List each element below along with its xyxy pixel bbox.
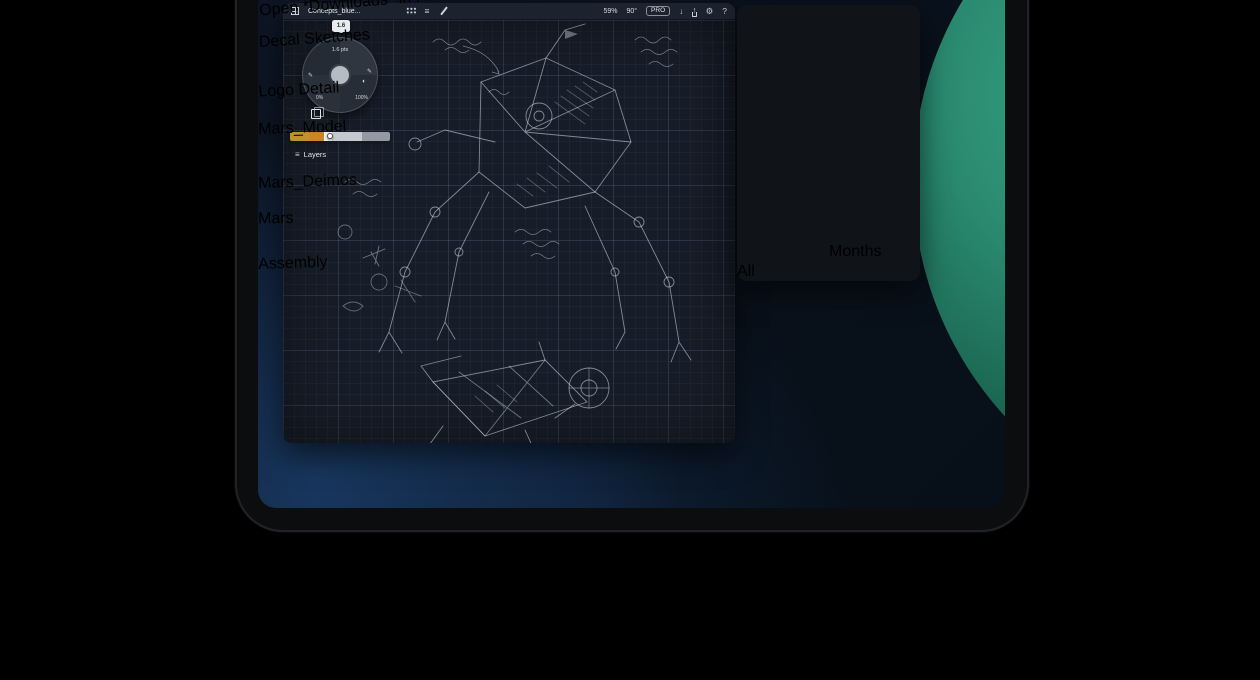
pen-tool-icon[interactable] [439, 6, 450, 17]
drag-thumb-mars-model[interactable] [258, 125, 297, 162]
drag-thumb-logo-detail[interactable] [258, 80, 295, 109]
wallpaper-planet [913, 0, 1005, 508]
photo-thumbnail-carina-nebula[interactable] [737, 5, 827, 96]
tool-wheel[interactable]: 1.6 pts ✎ ✎ ◐ 0% 100% [302, 37, 378, 113]
photos-tab-all[interactable]: All [737, 263, 827, 281]
pen-icon[interactable]: ✎ [367, 68, 372, 75]
menu-icon[interactable]: ≡ [425, 7, 430, 16]
layers-button[interactable]: ≡ Layers [295, 150, 326, 159]
stroke-preview-icon[interactable] [311, 107, 323, 119]
drag-thumb-mars[interactable] [258, 222, 296, 244]
page-background: Concepts_blue... ≡ 59% 90° PRO ↓ ↑ ⚙ ? [0, 0, 1260, 680]
drag-thumb-decal-sketches[interactable] [258, 23, 300, 66]
layers-label: Layers [304, 150, 327, 159]
precision-grid-icon[interactable] [406, 7, 416, 15]
ipad-device: Concepts_blue... ≡ 59% 90° PRO ↓ ↑ ⚙ ? [237, 0, 1027, 530]
brush-icon[interactable]: ✎ [308, 72, 313, 79]
drag-thumb-mars-deimos[interactable] [258, 179, 299, 205]
drag-thumb-assembly[interactable] [258, 260, 299, 294]
ipad-screen: Concepts_blue... ≡ 59% 90° PRO ↓ ↑ ⚙ ? [258, 0, 1005, 508]
